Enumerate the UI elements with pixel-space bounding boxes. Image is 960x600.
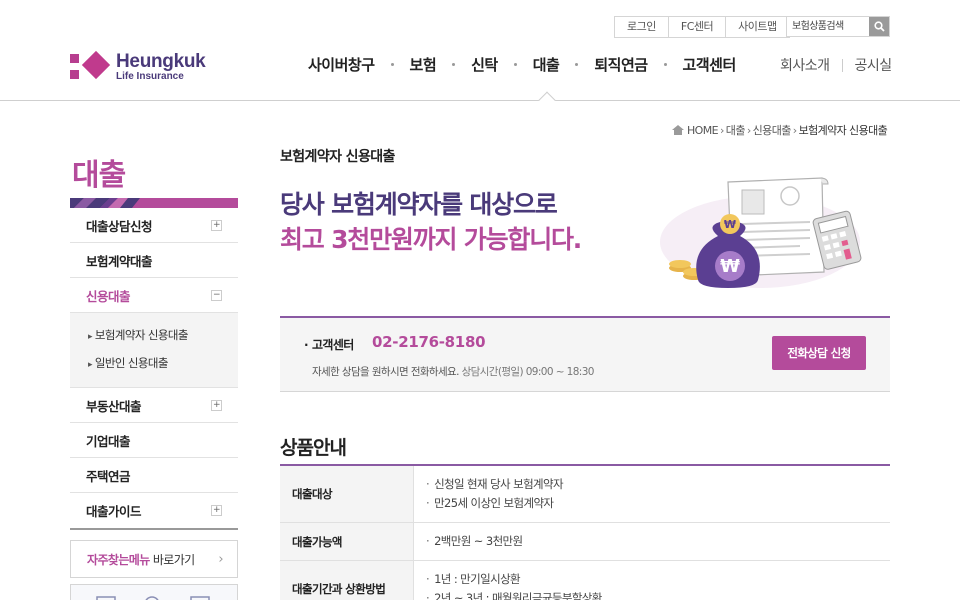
heungkuk-logo[interactable]: Heungkuk Life Insurance	[70, 50, 206, 83]
table-line: 1년 : 만기일시상환	[426, 570, 878, 589]
sidebar-item-label: 신용대출	[86, 288, 131, 304]
sitemap-link[interactable]: 사이트맵	[726, 17, 788, 37]
nav-separator	[452, 63, 456, 66]
hero-headline-2: 최고 3천만원까지 가능합니다.	[280, 225, 582, 254]
sidebar-item-label: 보험계약대출	[86, 253, 153, 269]
site-header: 로그인 FC센터 사이트맵 Heungkuk Life Insurance 사이…	[0, 0, 960, 109]
sidebar-item-label: 기업대출	[86, 433, 131, 449]
table-data-cell: 2백만원 ~ 3천만원	[414, 523, 890, 560]
search-icon	[873, 21, 885, 32]
nav-divider	[841, 58, 843, 72]
breadcrumb-loan[interactable]: 대출	[726, 122, 746, 138]
svg-text:₩: ₩	[724, 218, 736, 231]
nav-trust[interactable]: 신탁	[471, 54, 498, 75]
sidebar-item-policy-loan[interactable]: 보험계약대출	[70, 243, 238, 278]
logo-sub: Life Insurance	[116, 71, 184, 82]
nav-cyber-window[interactable]: 사이버창구	[308, 54, 375, 75]
breadcrumb-chevron-icon: ›	[746, 123, 751, 137]
nav-separator	[390, 63, 394, 66]
table-row: 대출기간과 상환방법 1년 : 만기일시상환 2년 ~ 3년 : 매월원리금균등…	[280, 561, 890, 600]
logo-name: Heungkuk	[116, 51, 206, 72]
sidebar-submenu: 보험계약자 신용대출 일반인 신용대출	[70, 313, 238, 388]
table-row: 대출대상 신청일 현재 당사 보험계약자 만25세 이상인 보험계약자	[280, 466, 890, 523]
nav-insurance[interactable]: 보험	[410, 54, 437, 75]
table-line: 만25세 이상인 보험계약자	[426, 494, 878, 513]
sidebar-item-label: 주택연금	[86, 468, 131, 484]
quick-menu-highlight: 자주찾는메뉴	[87, 552, 150, 567]
table-header-cell: 대출가능액	[280, 523, 414, 560]
search-input[interactable]	[787, 17, 869, 36]
sidebar-item-label: 대출상담신청	[86, 218, 153, 234]
svg-text:₩: ₩	[720, 256, 740, 277]
sidebar-menu: 대출상담신청 + 보험계약대출 신용대출 − 보험계약자 신용대출 일반인 신용…	[70, 208, 238, 530]
sidebar-item-credit-loan[interactable]: 신용대출 −	[70, 278, 238, 313]
page-title: 보험계약자 신용대출	[280, 149, 395, 165]
utility-links: 로그인 FC센터 사이트맵	[614, 16, 790, 38]
sidebar-pattern	[70, 198, 238, 208]
active-nav-caret	[538, 91, 556, 109]
nav-pension[interactable]: 퇴직연금	[594, 54, 648, 75]
call-center-label: 고객센터	[304, 336, 354, 353]
nav-loan[interactable]: 대출	[533, 54, 560, 75]
expand-icon[interactable]: +	[211, 399, 222, 411]
search-button[interactable]	[869, 17, 889, 36]
nav-separator	[513, 63, 517, 66]
sidebar-item-label: 대출가이드	[86, 504, 142, 519]
section-title-product-info: 상품안내	[280, 437, 347, 459]
product-info-table: 대출대상 신청일 현재 당사 보험계약자 만25세 이상인 보험계약자 대출가능…	[280, 464, 890, 600]
collapse-icon[interactable]: −	[211, 289, 222, 301]
home-icon	[672, 125, 684, 135]
call-center-phone[interactable]: 02-2176-8180	[372, 333, 486, 351]
table-data-cell: 신청일 현재 당사 보험계약자 만25세 이상인 보험계약자	[414, 466, 890, 522]
breadcrumb-chevron-icon: ›	[792, 123, 797, 137]
sidebar-subitem-policyholder-credit[interactable]: 보험계약자 신용대출	[88, 321, 222, 349]
main-nav: 사이버창구 보험 신탁 대출 퇴직연금 고객센터	[308, 54, 736, 75]
nav-separator	[575, 63, 579, 66]
breadcrumb-chevron-icon: ›	[719, 123, 724, 137]
breadcrumb-credit-loan[interactable]: 신용대출	[753, 122, 792, 138]
logo-mark-icon	[70, 50, 112, 82]
login-link[interactable]: 로그인	[615, 17, 669, 37]
sidebar-title: 대출	[72, 158, 126, 193]
sidebar-item-loan-consult[interactable]: 대출상담신청 +	[70, 208, 238, 243]
table-line: 2년 ~ 3년 : 매월원리금균등분할상환	[426, 589, 878, 600]
nav-customer-center[interactable]: 고객센터	[683, 54, 737, 75]
loan-illustration: ₩ ₩	[660, 177, 862, 288]
quick-icons-panel	[70, 584, 238, 600]
fc-center-link[interactable]: FC센터	[669, 17, 727, 37]
sidebar-item-real-estate[interactable]: 부동산대출 +	[70, 388, 238, 423]
breadcrumb: HOME › 대출 › 신용대출 › 보험계약자 신용대출	[672, 122, 888, 138]
table-header-cell: 대출기간과 상환방법	[280, 561, 414, 600]
secondary-nav: 회사소개 공시실	[780, 55, 892, 75]
expand-icon[interactable]: +	[211, 219, 222, 231]
call-hours-text: 상담시간(평일) 09:00 ~ 18:30	[461, 366, 595, 378]
table-row: 대출가능액 2백만원 ~ 3천만원	[280, 523, 890, 561]
hero-headline-1: 당사 보험계약자를 대상으로	[280, 190, 558, 219]
table-header-cell: 대출대상	[280, 466, 414, 522]
call-center-box: 고객센터 02-2176-8180 자세한 상담을 원하시면 전화하세요. 상담…	[280, 316, 890, 392]
nav-company[interactable]: 회사소개	[780, 55, 830, 75]
breadcrumb-current: 보험계약자 신용대출	[798, 124, 888, 137]
call-center-desc: 자세한 상담을 원하시면 전화하세요. 상담시간(평일) 09:00 ~ 18:…	[312, 364, 595, 379]
sidebar-item-label: 부동산대출	[86, 398, 142, 414]
breadcrumb-home[interactable]: HOME	[687, 124, 719, 137]
table-line: 2백만원 ~ 3천만원	[426, 532, 878, 551]
sidebar-subitem-general-credit[interactable]: 일반인 신용대출	[88, 349, 222, 377]
nav-separator	[663, 63, 667, 66]
phone-consult-button[interactable]: 전화상담 신청	[772, 336, 866, 370]
sidebar-item-corporate[interactable]: 기업대출	[70, 423, 238, 458]
chevron-right-icon: ›	[218, 551, 223, 567]
quick-menu-label: 바로가기	[152, 552, 195, 567]
call-desc-text: 자세한 상담을 원하시면 전화하세요.	[312, 366, 459, 378]
sidebar-item-loan-guide[interactable]: 대출가이드 +	[70, 493, 238, 528]
nav-disclosure[interactable]: 공시실	[855, 55, 893, 75]
product-search	[786, 16, 890, 37]
expand-icon[interactable]: +	[211, 505, 222, 516]
quick-menu-icons	[96, 596, 210, 600]
table-data-cell: 1년 : 만기일시상환 2년 ~ 3년 : 매월원리금균등분할상환	[414, 561, 890, 600]
table-line: 신청일 현재 당사 보험계약자	[426, 475, 878, 494]
quick-menu-button[interactable]: 자주찾는메뉴 바로가기 ›	[70, 540, 238, 578]
sidebar-item-housing-pension[interactable]: 주택연금	[70, 458, 238, 493]
